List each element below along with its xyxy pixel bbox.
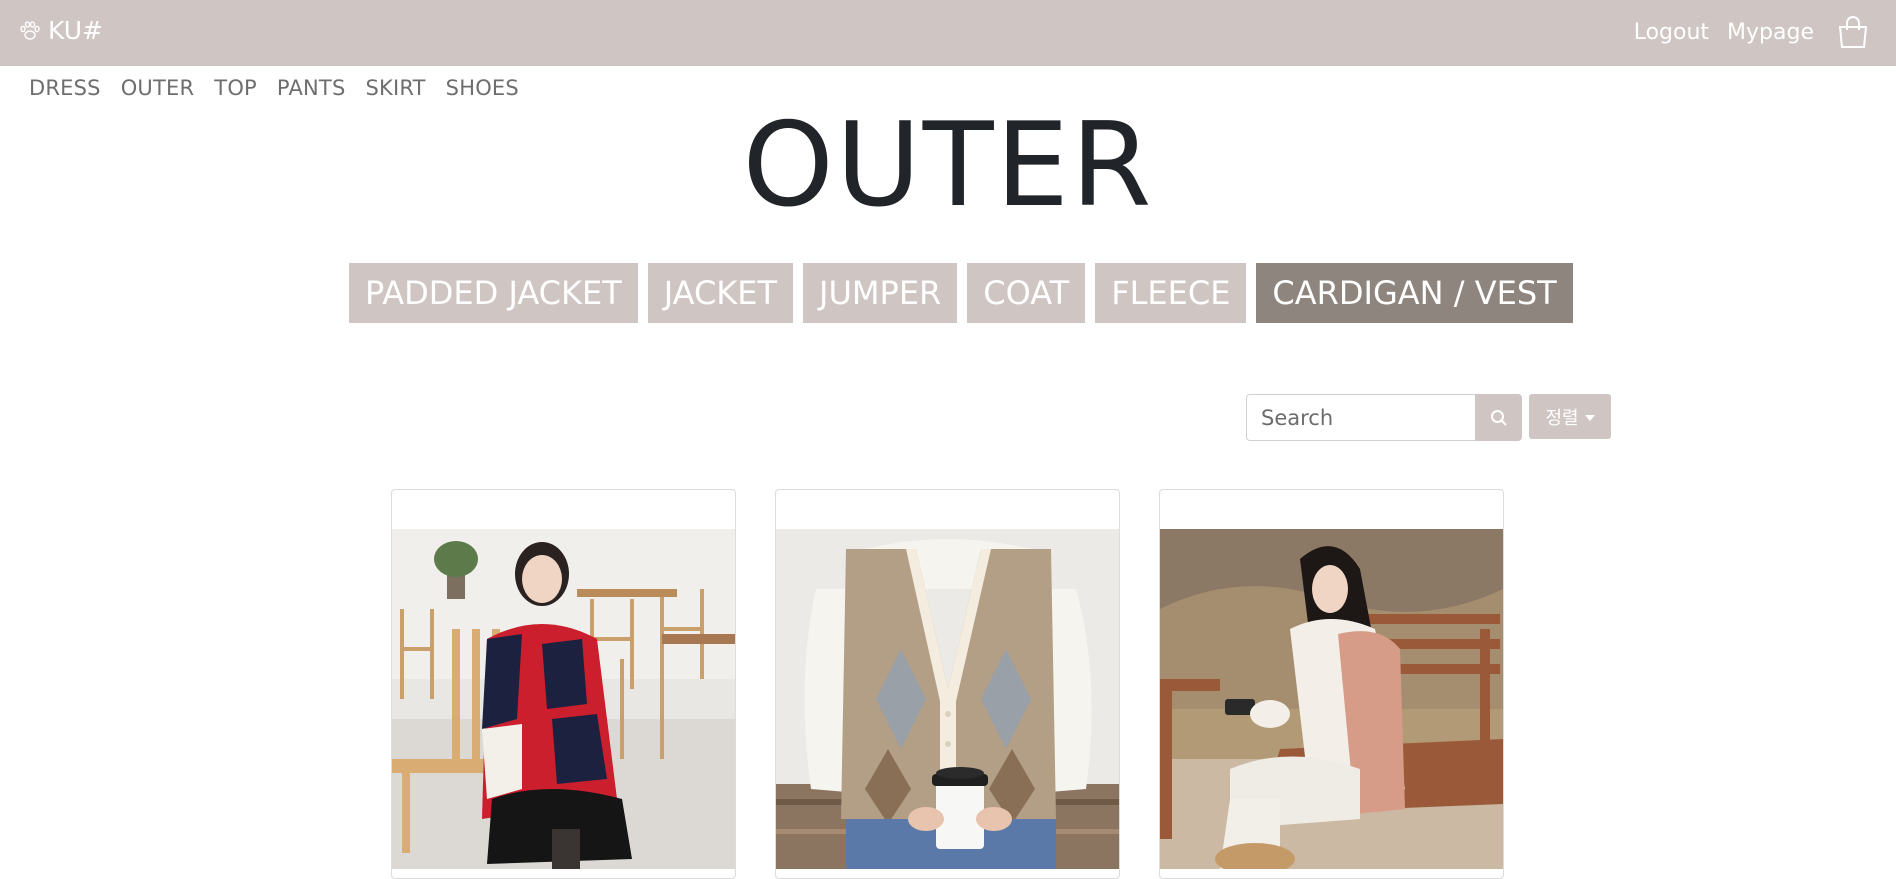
product-image[interactable] [392,529,735,869]
product-image[interactable] [1160,529,1503,869]
mypage-link[interactable]: Mypage [1727,20,1814,45]
product-card[interactable] [391,489,736,879]
tab-jacket[interactable]: JACKET [647,263,794,323]
page-title: OUTER [742,98,1154,233]
user-links: Logout Mypage [1634,14,1870,50]
paw-icon [20,20,40,40]
tab-fleece[interactable]: FLEECE [1095,263,1247,323]
tab-cardigan-vest[interactable]: CARDIGAN / VEST [1256,263,1573,323]
product-image[interactable] [776,529,1119,869]
tab-coat[interactable]: COAT [967,263,1086,323]
brand-name: KU# [48,16,103,45]
product-card[interactable] [1159,489,1504,879]
tab-jumper[interactable]: JUMPER [803,263,958,323]
product-card[interactable] [775,489,1120,879]
top-navbar: KU# Logout Mypage [0,0,1896,66]
logout-link[interactable]: Logout [1634,20,1709,45]
sort-dropdown[interactable]: 정렬 [1529,394,1611,439]
shopping-bag-icon[interactable] [1836,14,1870,50]
search-icon [1490,409,1507,426]
search-bar: 정렬 [1246,394,1611,441]
tab-padded-jacket[interactable]: PADDED JACKET [349,263,638,323]
brand-logo[interactable]: KU# [18,16,103,45]
search-button[interactable] [1475,394,1522,441]
search-input[interactable] [1246,394,1476,441]
caret-down-icon [1584,414,1595,421]
sort-label: 정렬 [1545,407,1579,429]
subcategory-tabs: PADDED JACKET JACKET JUMPER COAT FLEECE … [349,263,1573,323]
